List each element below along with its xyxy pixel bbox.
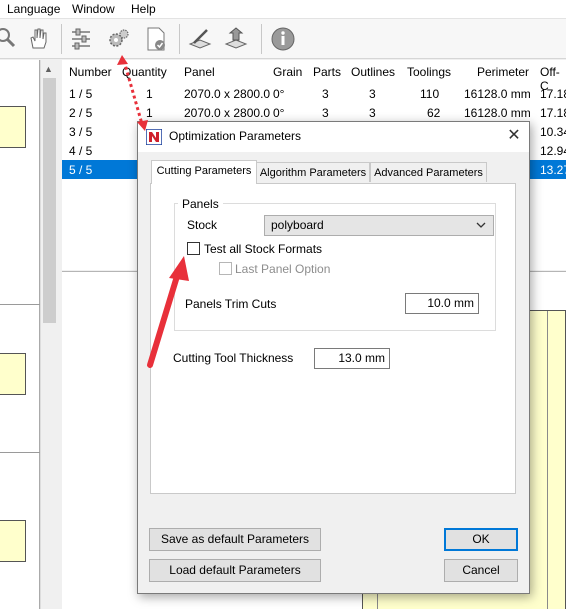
cell-number: 1 / 5 bbox=[69, 87, 93, 101]
export-icon[interactable] bbox=[223, 26, 249, 52]
tool-thickness-label: Cutting Tool Thickness bbox=[173, 351, 294, 365]
cell-offcut: 10.34 bbox=[540, 125, 566, 139]
divider bbox=[0, 452, 40, 453]
cell-outlines: 3 bbox=[369, 87, 376, 101]
cell-number: 4 / 5 bbox=[69, 144, 93, 158]
stock-label: Stock bbox=[187, 218, 218, 232]
cell-offcut: 12.94 bbox=[540, 144, 566, 158]
cell-parts: 3 bbox=[322, 87, 329, 101]
column-header-parts[interactable]: Parts bbox=[313, 65, 341, 79]
load-default-parameters-button[interactable]: Load default Parameters bbox=[149, 559, 321, 582]
menu-bar: Language Window Help bbox=[0, 0, 566, 19]
stock-select[interactable]: polyboard bbox=[264, 215, 494, 236]
toolbar-separator bbox=[61, 24, 62, 54]
cell-offcut: 17.18 bbox=[540, 106, 566, 120]
cell-offcut: 17.18 bbox=[540, 87, 566, 101]
hand-pan-icon[interactable] bbox=[26, 26, 52, 52]
trim-cuts-label: Panels Trim Cuts bbox=[185, 297, 277, 311]
toolbar bbox=[0, 19, 566, 59]
cell-grain: 0° bbox=[273, 106, 285, 120]
column-header-outlines[interactable]: Outlines bbox=[351, 65, 395, 79]
dialog-title-bar[interactable]: Optimization Parameters ✕ bbox=[138, 122, 529, 152]
cell-perimeter: 16128.0 mm bbox=[464, 106, 531, 120]
vertical-scrollbar[interactable]: ▲ bbox=[40, 60, 57, 609]
cell-panel: 2070.0 x 2800.0 bbox=[184, 87, 271, 101]
column-header-panel[interactable]: Panel bbox=[184, 65, 215, 79]
last-panel-option-label: Last Panel Option bbox=[235, 262, 331, 276]
optimization-parameters-dialog: Optimization Parameters ✕ Cutting Parame… bbox=[137, 121, 530, 594]
document-check-icon[interactable] bbox=[143, 26, 169, 52]
cell-grain: 0° bbox=[273, 87, 285, 101]
menu-help[interactable]: Help bbox=[131, 2, 156, 16]
table-row[interactable]: 2 / 5 1 2070.0 x 2800.0 0° 3 3 62 16128.… bbox=[62, 103, 566, 122]
save-default-parameters-button[interactable]: Save as default Parameters bbox=[149, 528, 321, 551]
menu-language[interactable]: Language bbox=[7, 2, 60, 16]
cutting-parameters-panel: Panels Stock polyboard Test all Stock Fo… bbox=[150, 183, 516, 494]
panel-thumbnail[interactable] bbox=[0, 353, 26, 395]
cell-toolings: 110 bbox=[420, 87, 440, 101]
chevron-down-icon bbox=[476, 222, 486, 228]
scrollbar-thumb[interactable] bbox=[43, 78, 56, 323]
cell-parts: 3 bbox=[322, 106, 329, 120]
part-divider bbox=[547, 311, 548, 609]
cell-toolings: 62 bbox=[427, 106, 441, 120]
divider bbox=[0, 304, 40, 305]
scroll-up-icon[interactable]: ▲ bbox=[44, 64, 53, 74]
cancel-button[interactable]: Cancel bbox=[444, 559, 518, 582]
panel-thumbnail[interactable] bbox=[0, 106, 26, 148]
cell-offcut: 13.27 bbox=[540, 163, 566, 177]
test-all-stock-label[interactable]: Test all Stock Formats bbox=[204, 242, 322, 256]
cell-perimeter: 16128.0 mm bbox=[464, 87, 531, 101]
gears-icon[interactable] bbox=[106, 26, 132, 52]
column-header-perimeter[interactable]: Perimeter bbox=[477, 65, 529, 79]
column-header-number[interactable]: Number bbox=[69, 65, 112, 79]
cell-panel: 2070.0 x 2800.0 bbox=[184, 106, 271, 120]
cell-number: 2 / 5 bbox=[69, 106, 93, 120]
column-header-toolings[interactable]: Toolings bbox=[407, 65, 451, 79]
zoom-icon[interactable] bbox=[0, 26, 20, 52]
column-header-grain[interactable]: Grain bbox=[273, 65, 302, 79]
cell-quantity: 1 bbox=[146, 87, 153, 101]
toolbar-separator bbox=[179, 24, 180, 54]
cell-number: 3 / 5 bbox=[69, 125, 93, 139]
menu-window[interactable]: Window bbox=[72, 2, 115, 16]
trim-cuts-input[interactable]: 10.0 mm bbox=[405, 293, 479, 314]
stock-select-value: polyboard bbox=[271, 218, 324, 232]
test-all-stock-checkbox[interactable] bbox=[187, 242, 200, 255]
table-row[interactable]: 1 / 5 1 2070.0 x 2800.0 0° 3 3 110 16128… bbox=[62, 84, 566, 103]
cell-number: 5 / 5 bbox=[69, 163, 93, 177]
cut-settings-icon[interactable] bbox=[68, 26, 94, 52]
close-icon[interactable]: ✕ bbox=[504, 126, 524, 146]
last-panel-option-checkbox[interactable] bbox=[219, 262, 232, 275]
cell-outlines: 3 bbox=[369, 106, 376, 120]
tab-advanced-parameters[interactable]: Advanced Parameters bbox=[370, 162, 487, 182]
panel-thumbnails bbox=[0, 60, 40, 609]
ok-button[interactable]: OK bbox=[444, 528, 518, 551]
tab-cutting-parameters[interactable]: Cutting Parameters bbox=[151, 160, 257, 184]
tool-thickness-input[interactable]: 13.0 mm bbox=[314, 348, 390, 369]
info-icon[interactable] bbox=[270, 26, 296, 52]
column-header-quantity[interactable]: Quantity bbox=[122, 65, 167, 79]
edit-panel-icon[interactable] bbox=[187, 26, 213, 52]
cell-quantity: 1 bbox=[146, 106, 153, 120]
toolbar-separator bbox=[261, 24, 262, 54]
dialog-title: Optimization Parameters bbox=[169, 129, 302, 143]
tab-algorithm-parameters[interactable]: Algorithm Parameters bbox=[256, 162, 370, 182]
app-logo-icon bbox=[146, 129, 162, 145]
panels-group-label: Panels bbox=[178, 197, 223, 211]
panel-thumbnail[interactable] bbox=[0, 520, 26, 562]
